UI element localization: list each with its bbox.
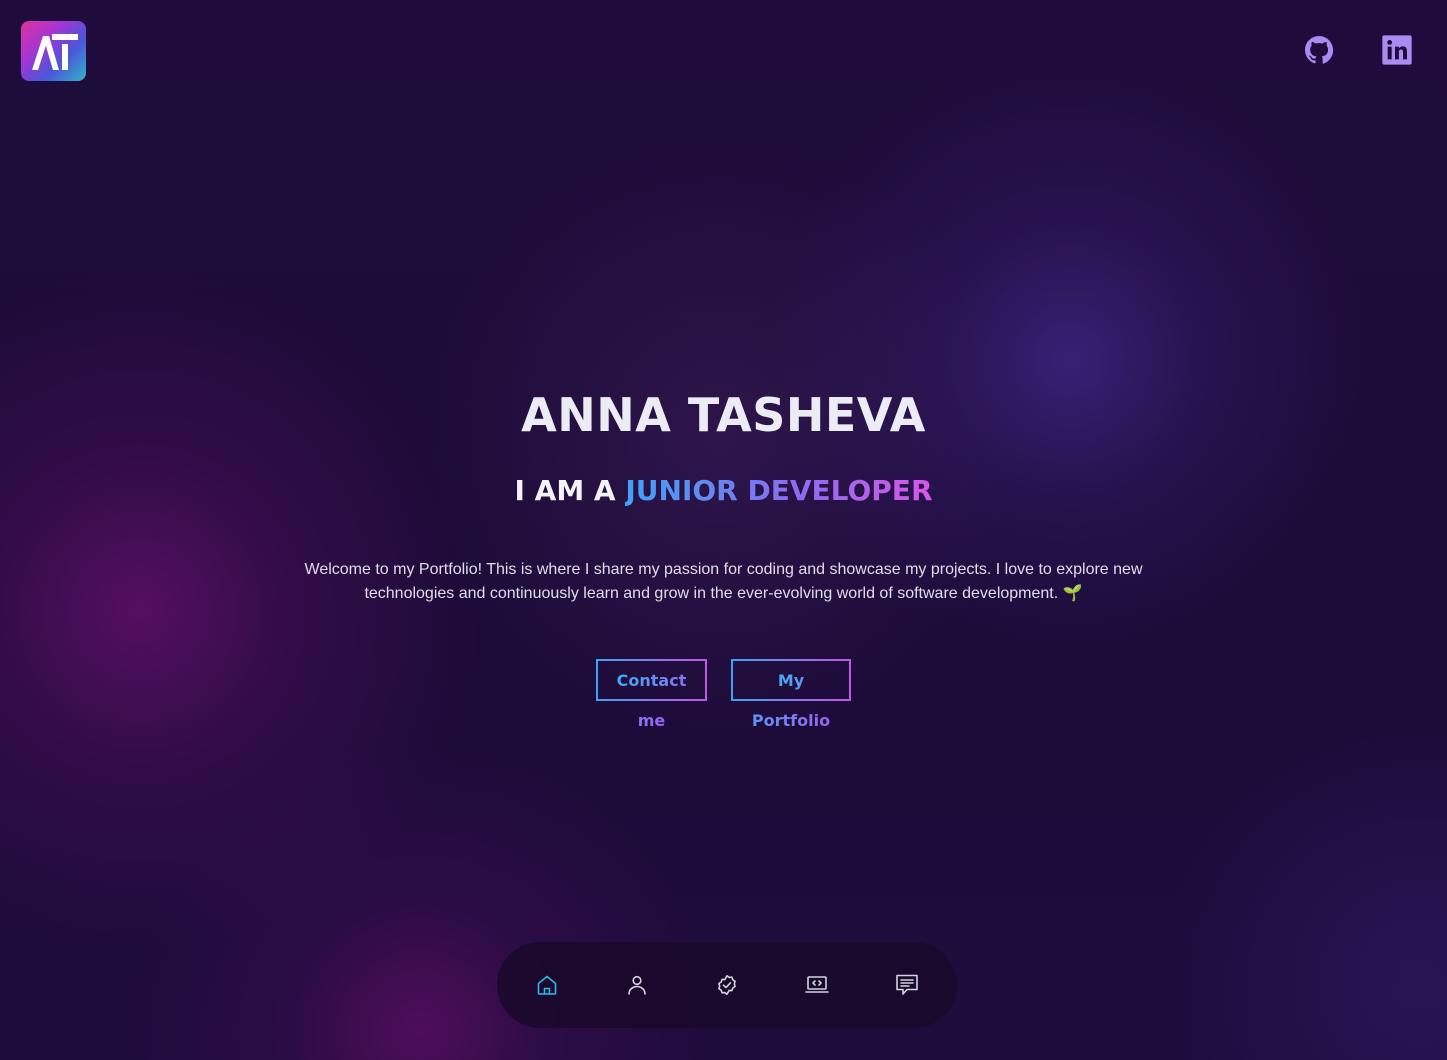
home-icon xyxy=(537,975,557,995)
github-icon xyxy=(1305,36,1334,64)
hero-intro: Welcome to my Portfolio! This is where I… xyxy=(289,558,1159,606)
hero-name: ANNA TASHEVA xyxy=(521,388,926,442)
intro-line-1: Welcome to my Portfolio! This is where I… xyxy=(304,561,1143,578)
hero-section: ANNA TASHEVA I AM A JUNIOR DEVELOPER Wel… xyxy=(0,380,1447,730)
linkedin-link[interactable] xyxy=(1379,32,1415,68)
nav-item-portfolio[interactable] xyxy=(797,965,837,1005)
nav-item-contact[interactable] xyxy=(887,965,927,1005)
nav-item-home[interactable] xyxy=(527,965,567,1005)
logo[interactable] xyxy=(21,21,86,81)
role-prefix: I AM A xyxy=(514,474,616,507)
badge-check-icon xyxy=(718,975,736,995)
hero-role: I AM A JUNIOR DEVELOPER xyxy=(0,470,1447,512)
message-icon xyxy=(896,974,918,995)
my-portfolio-button[interactable]: My Portfolio xyxy=(731,659,851,730)
my-portfolio-label: My Portfolio xyxy=(751,671,831,730)
nav-item-about[interactable] xyxy=(617,965,657,1005)
intro-line-2: technologies and continuously learn and … xyxy=(364,585,1083,602)
logo-monogram-icon xyxy=(31,34,78,70)
hero-buttons: Contact me My Portfolio xyxy=(0,659,1447,730)
bottom-nav xyxy=(497,942,957,1028)
contact-me-button[interactable]: Contact me xyxy=(596,659,707,730)
github-link[interactable] xyxy=(1301,32,1337,68)
contact-me-label: Contact me xyxy=(616,671,687,730)
linkedin-icon xyxy=(1382,35,1412,65)
nav-item-skills[interactable] xyxy=(707,965,747,1005)
laptop-code-icon xyxy=(805,976,829,993)
page: ANNA TASHEVA I AM A JUNIOR DEVELOPER Wel… xyxy=(0,0,1447,1060)
user-icon xyxy=(628,975,646,995)
role-highlight: JUNIOR DEVELOPER xyxy=(625,474,933,507)
